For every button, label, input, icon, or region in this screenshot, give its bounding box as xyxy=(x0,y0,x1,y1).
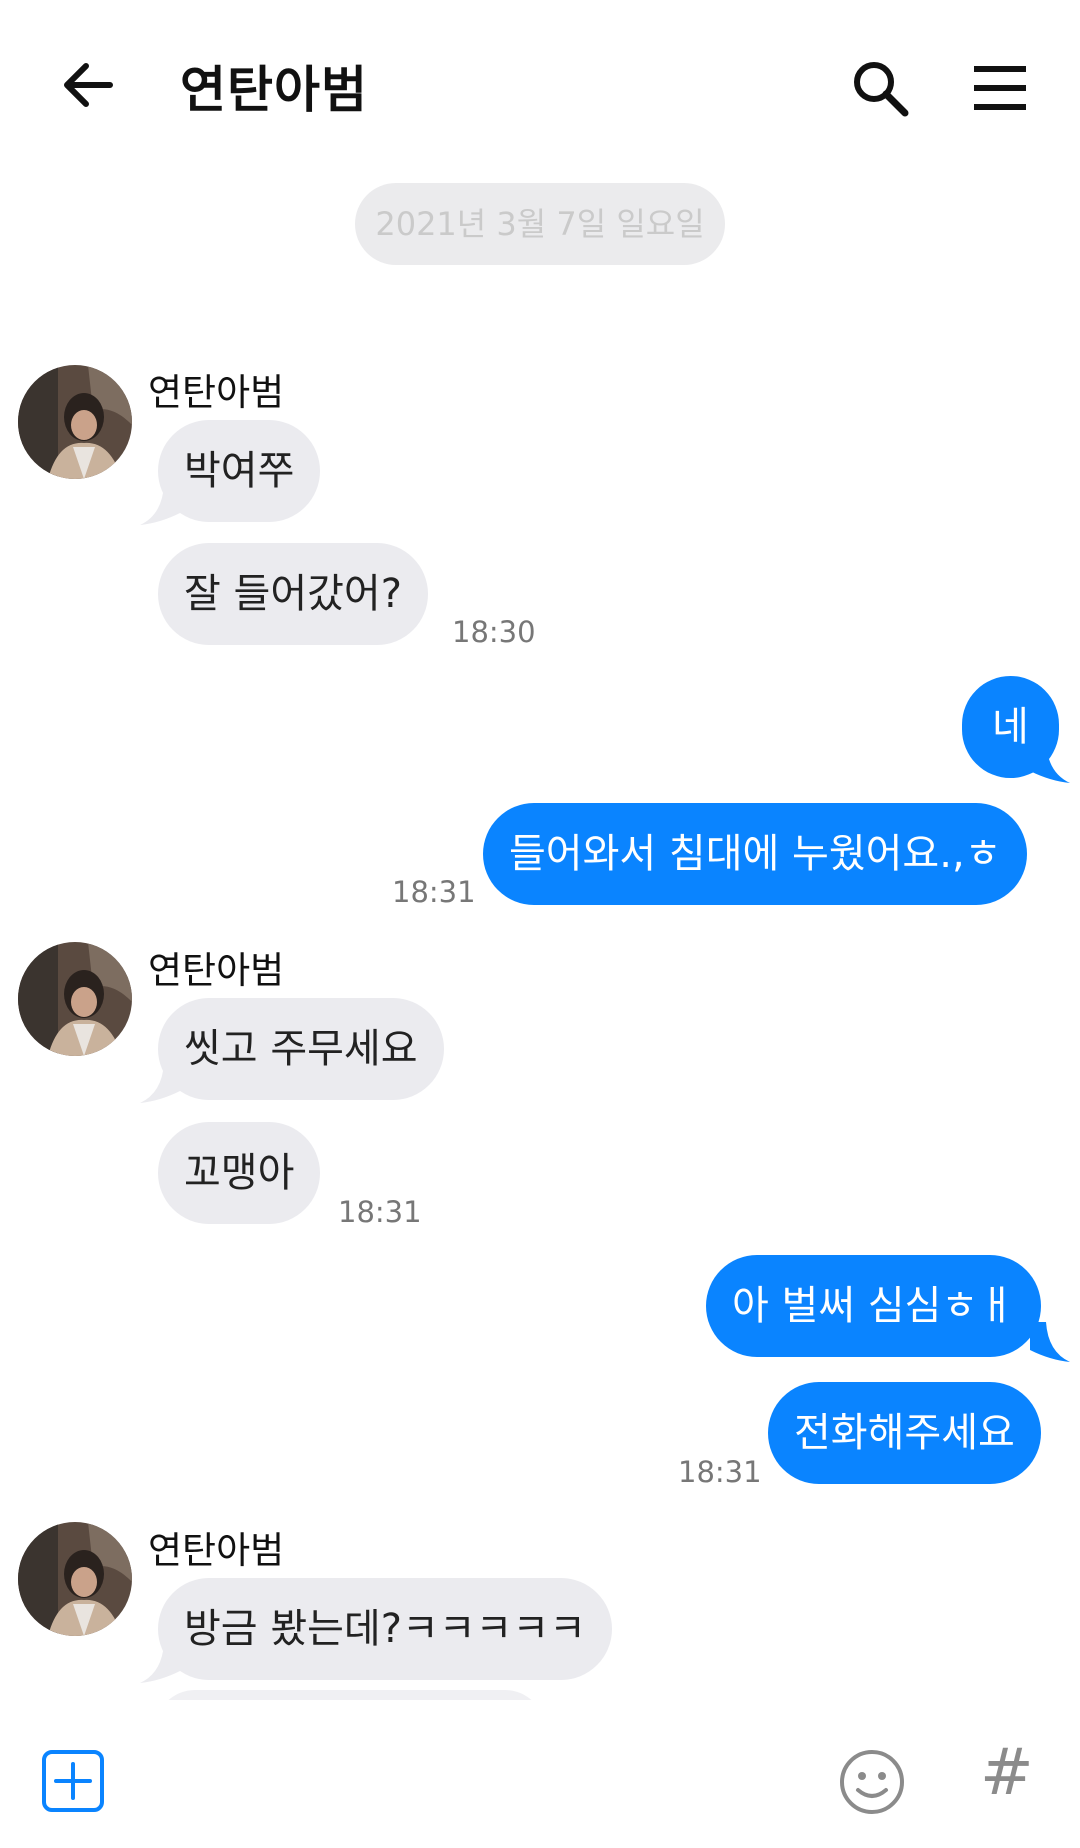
plus-box-icon[interactable] xyxy=(42,1750,104,1812)
message-bubble[interactable]: 방금 봤는데?ㅋㅋㅋㅋㅋ xyxy=(158,1578,612,1680)
avatar[interactable] xyxy=(18,942,132,1056)
search-icon[interactable] xyxy=(850,58,910,118)
input-toolbar: # xyxy=(0,1700,1080,1848)
sender-name: 연탄아범 xyxy=(148,371,285,414)
bubble-tail xyxy=(1030,743,1070,783)
message-time: 18:30 xyxy=(452,615,536,649)
message-time: 18:31 xyxy=(338,1195,422,1229)
chat-title: 연탄아범 xyxy=(180,61,368,119)
hashtag-icon[interactable]: # xyxy=(980,1736,1034,1810)
message-bubble[interactable]: 박여쭈 xyxy=(158,420,321,522)
message-time: 18:31 xyxy=(392,875,476,909)
message-bubble[interactable]: 들어와서 침대에 누웠어요.,ㅎ xyxy=(483,803,1028,905)
avatar[interactable] xyxy=(18,1522,132,1636)
message-bubble[interactable]: 전화해주세요 xyxy=(768,1382,1041,1484)
chat-header: 연탄아범 xyxy=(0,0,1080,170)
smiley-icon[interactable] xyxy=(838,1748,906,1816)
date-separator: 2021년 3월 7일 일요일 xyxy=(355,183,725,265)
message-bubble[interactable]: 잘 들어갔어? xyxy=(158,543,428,645)
avatar[interactable] xyxy=(18,365,132,479)
sender-name: 연탄아범 xyxy=(148,949,285,992)
hamburger-menu-icon[interactable] xyxy=(970,60,1030,116)
message-bubble[interactable]: 아 벌써 심심ㅎㅐ xyxy=(706,1255,1042,1357)
back-arrow-icon[interactable] xyxy=(58,55,118,115)
message-bubble[interactable]: 씻고 주무세요 xyxy=(158,998,444,1100)
message-bubble[interactable]: 꼬맹아 xyxy=(158,1122,321,1224)
message-time: 18:31 xyxy=(678,1455,762,1489)
sender-name: 연탄아범 xyxy=(148,1529,285,1572)
bubble-tail xyxy=(1030,1322,1070,1362)
